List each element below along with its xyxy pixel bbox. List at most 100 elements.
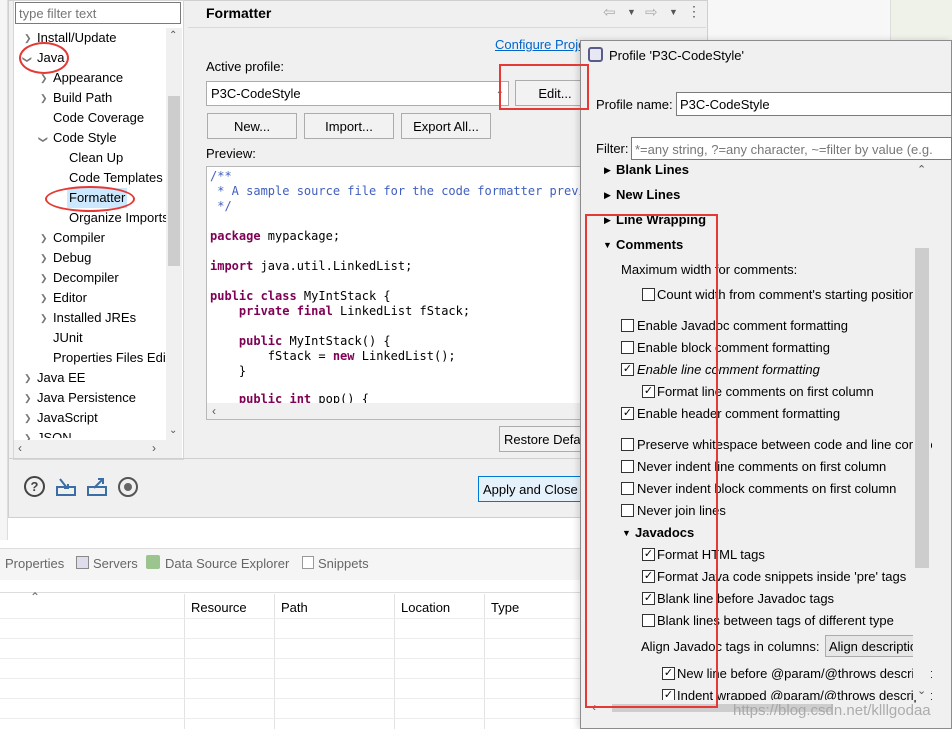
forward-dropdown-icon[interactable]: ▼	[669, 7, 678, 17]
collapsed-arrow-icon[interactable]: ❯	[40, 313, 48, 324]
column-header-path[interactable]: Path	[281, 600, 308, 615]
settings-filter-placeholder: *=any string, ?=any character, ~=filter …	[635, 142, 933, 157]
apply-and-close-button[interactable]: Apply and Close	[478, 476, 582, 502]
right-background-panel	[890, 0, 952, 40]
collapsed-arrow-icon[interactable]: ❯	[40, 73, 48, 84]
align-javadoc-select[interactable]: Align descriptions	[825, 635, 925, 657]
tree-item-installed-jres[interactable]: Installed JREs	[53, 308, 136, 328]
export-all-button[interactable]: Export All...	[401, 113, 491, 139]
tree-item-editor[interactable]: Editor	[53, 288, 87, 308]
column-divider	[394, 594, 395, 729]
collapsed-arrow-icon[interactable]: ❯	[40, 93, 48, 104]
collapsed-arrow-icon[interactable]: ❯	[24, 413, 32, 424]
configure-project-link[interactable]: Configure Project Specific Settings...	[495, 37, 587, 52]
tree-item-code-style[interactable]: Code Style	[53, 128, 117, 148]
filter-input[interactable]	[15, 2, 181, 24]
tree-horizontal-scrollbar[interactable]	[14, 440, 182, 458]
help-icon[interactable]: ?	[24, 476, 45, 497]
eclipse-icon	[588, 47, 603, 62]
collapsed-arrow-icon[interactable]: ❯	[40, 253, 48, 264]
section-blank-lines[interactable]: Blank Lines	[616, 162, 689, 177]
export-preferences-icon[interactable]	[86, 476, 108, 501]
active-profile-select[interactable]: P3C-CodeStyle ⌄	[206, 81, 509, 106]
code-line: * A sample source file for the code form…	[210, 184, 591, 198]
scroll-down-icon[interactable]: ⌄	[169, 425, 177, 436]
row-divider	[0, 638, 580, 639]
tree-item-debug[interactable]: Debug	[53, 248, 91, 268]
row-divider	[0, 618, 580, 619]
comments-highlight-box	[585, 214, 718, 708]
column-header-type[interactable]: Type	[491, 600, 519, 615]
back-nav-icon[interactable]: ⇦	[603, 3, 616, 21]
column-header-location[interactable]: Location	[401, 600, 450, 615]
section-new-lines[interactable]: New Lines	[616, 187, 680, 202]
row-divider	[0, 658, 580, 659]
scroll-left-icon[interactable]: ‹	[18, 441, 22, 455]
forward-nav-icon[interactable]: ⇨	[645, 3, 658, 21]
code-line: }	[210, 364, 247, 378]
profile-dialog-title: Profile 'P3C-CodeStyle'	[609, 48, 745, 63]
title-separator	[188, 27, 706, 28]
preview-label: Preview:	[206, 146, 256, 161]
code-line: public class MyIntStack {	[210, 289, 391, 303]
database-icon	[146, 555, 160, 569]
sort-caret-icon: ⌃	[30, 590, 41, 604]
tree-item-compiler[interactable]: Compiler	[53, 228, 105, 248]
scroll-up-icon[interactable]: ⌃	[917, 163, 926, 176]
collapsed-arrow-icon[interactable]: ▶	[604, 165, 611, 176]
formatter-page-title: Formatter	[206, 5, 272, 21]
scroll-left-icon[interactable]: ‹	[212, 404, 216, 418]
import-preferences-icon[interactable]	[55, 476, 77, 501]
snippets-icon	[302, 556, 314, 569]
collapsed-arrow-icon[interactable]: ❯	[40, 273, 48, 284]
tab-properties[interactable]: Properties	[5, 556, 64, 571]
tab-data-source-explorer[interactable]: Data Source Explorer	[165, 556, 289, 571]
tree-item-java-persistence[interactable]: Java Persistence	[37, 388, 136, 408]
collapsed-arrow-icon[interactable]: ❯	[40, 233, 48, 244]
view-menu-icon[interactable]: ⋮	[687, 3, 701, 20]
column-divider	[484, 594, 485, 729]
scroll-up-icon[interactable]: ⌃	[169, 30, 177, 41]
watermark-text: https://blog.csdn.net/klllgodaa	[733, 702, 931, 719]
expanded-arrow-icon[interactable]: ❯	[37, 136, 48, 144]
tree-item-junit[interactable]: JUnit	[53, 328, 83, 348]
tree-item-json[interactable]: JSON	[37, 428, 72, 438]
collapsed-arrow-icon[interactable]: ❯	[24, 393, 32, 404]
tree-item-appearance[interactable]: Appearance	[53, 68, 123, 88]
collapsed-arrow-icon[interactable]: ❯	[24, 373, 32, 384]
column-header-resource[interactable]: Resource	[191, 600, 247, 615]
tree-item-build-path[interactable]: Build Path	[53, 88, 112, 108]
collapsed-arrow-icon[interactable]: ▶	[604, 190, 611, 201]
collapsed-arrow-icon[interactable]: ❯	[24, 33, 32, 44]
code-line: */	[210, 199, 232, 213]
tree-item-javascript[interactable]: JavaScript	[37, 408, 98, 428]
preview-horizontal-scrollbar[interactable]	[207, 403, 590, 419]
import-profile-button[interactable]: Import...	[304, 113, 394, 139]
collapsed-arrow-icon[interactable]: ❯	[40, 293, 48, 304]
profile-name-label: Profile name:	[596, 97, 673, 112]
tab-servers[interactable]: Servers	[93, 556, 138, 571]
back-dropdown-icon[interactable]: ▼	[627, 7, 636, 17]
settings-filter-input[interactable]: *=any string, ?=any character, ~=filter …	[631, 137, 952, 160]
record-icon[interactable]	[118, 477, 138, 497]
settings-scroll-thumb[interactable]	[915, 248, 929, 568]
new-profile-button[interactable]: New...	[207, 113, 297, 139]
tab-snippets[interactable]: Snippets	[318, 556, 369, 571]
column-divider	[274, 594, 275, 729]
tree-item-decompiler[interactable]: Decompiler	[53, 268, 119, 288]
tree-item-java-ee[interactable]: Java EE	[37, 368, 85, 388]
scroll-right-icon[interactable]: ›	[152, 441, 156, 455]
active-profile-value: P3C-CodeStyle	[211, 86, 301, 101]
profile-name-input[interactable]: P3C-CodeStyle	[676, 92, 952, 116]
tree-item-code-coverage[interactable]: Code Coverage	[53, 108, 144, 128]
align-javadoc-value: Align descriptions	[829, 639, 925, 654]
row-divider	[0, 678, 580, 679]
tree-item-properties-files-editor[interactable]: Properties Files Editor	[53, 348, 166, 368]
tree-item-clean-up[interactable]: Clean Up	[69, 148, 123, 168]
servers-icon	[76, 556, 89, 569]
scroll-down-icon[interactable]: ⌄	[917, 684, 926, 697]
filter-label: Filter:	[596, 141, 629, 156]
tree-item-code-templates[interactable]: Code Templates	[69, 168, 163, 188]
tree-scroll-thumb[interactable]	[168, 96, 180, 266]
preview-panel: /** * A sample source file for the code …	[206, 166, 591, 420]
